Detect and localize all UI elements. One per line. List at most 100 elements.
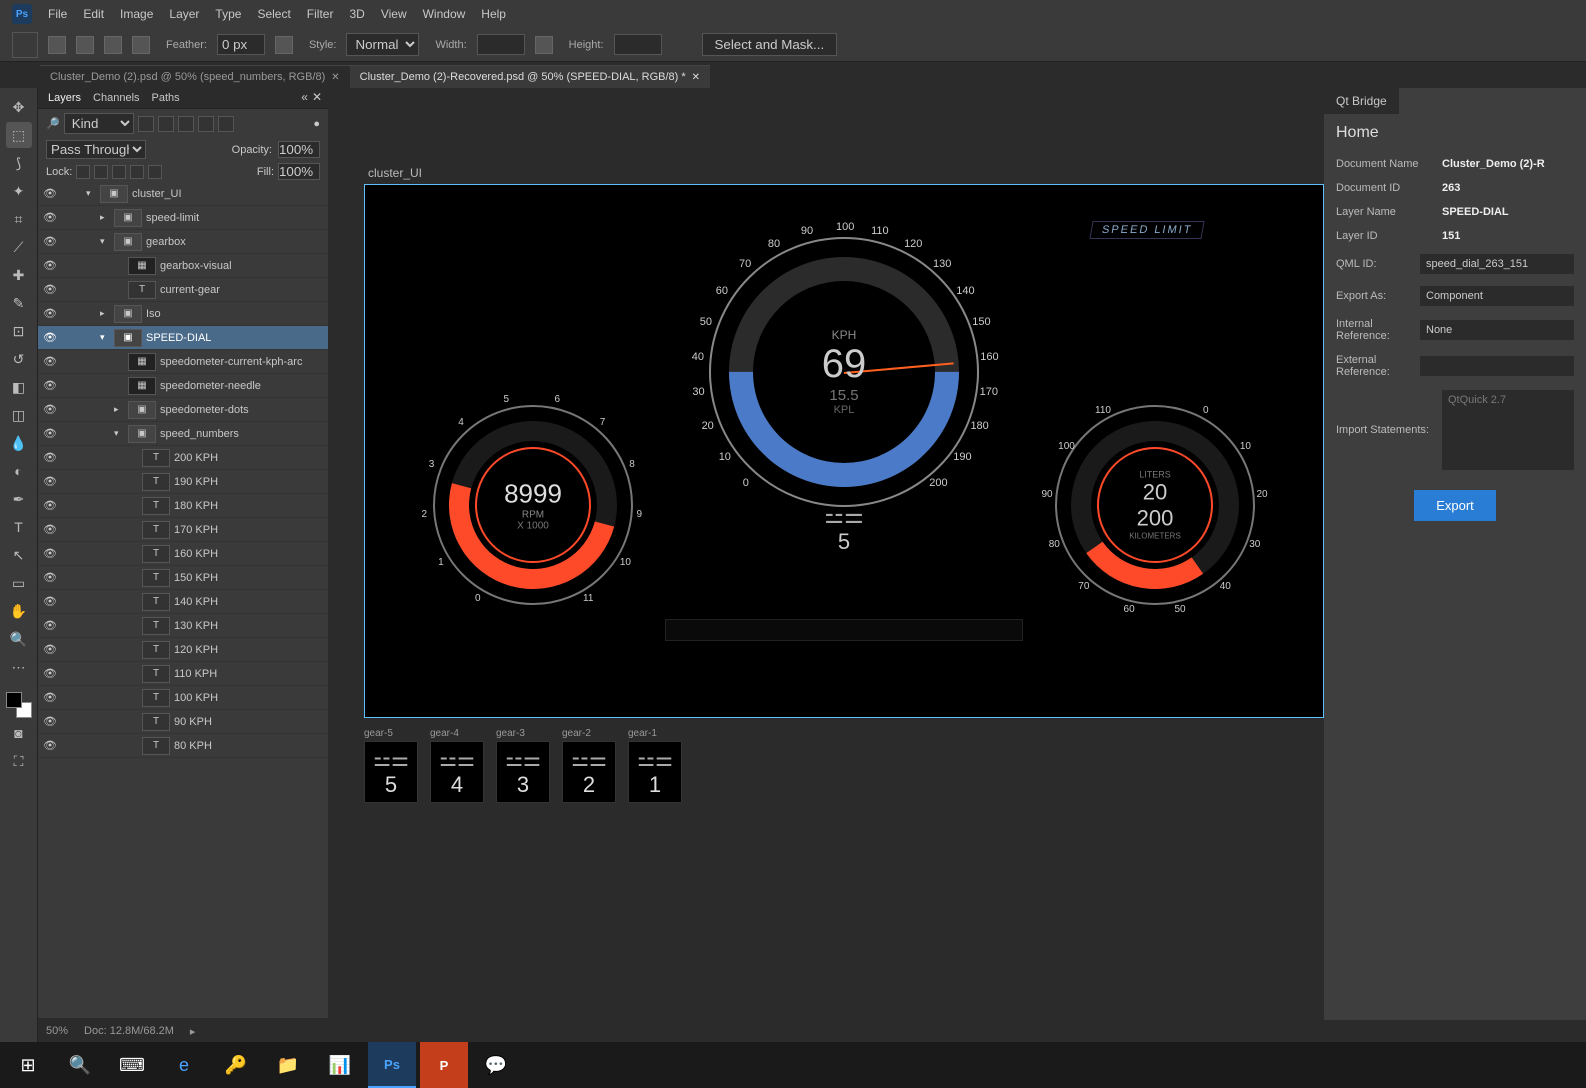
app-icon-4[interactable]: 🔑 bbox=[212, 1042, 260, 1088]
pen-tool-icon[interactable]: ✒ bbox=[6, 486, 32, 512]
intersect-selection-icon[interactable] bbox=[132, 36, 150, 54]
layer-row[interactable]: 👁▸▣speedometer-dots bbox=[38, 398, 328, 422]
status-chevron-icon[interactable]: ▸ bbox=[190, 1025, 196, 1038]
visibility-icon[interactable]: 👁 bbox=[42, 619, 58, 632]
canvas-area[interactable]: cluster_UI SPEED LIMIT KPH 69 15.5 KPL 0… bbox=[328, 88, 1324, 1042]
tab-paths[interactable]: Paths bbox=[152, 92, 180, 104]
search-icon[interactable]: 🔍 bbox=[56, 1042, 104, 1088]
hand-tool-icon[interactable]: ✋ bbox=[6, 598, 32, 624]
dodge-tool-icon[interactable]: ◐ bbox=[6, 458, 32, 484]
type-tool-icon[interactable]: T bbox=[6, 514, 32, 540]
visibility-icon[interactable]: 👁 bbox=[42, 595, 58, 608]
rectangle-tool-icon[interactable]: ▭ bbox=[6, 570, 32, 596]
healing-tool-icon[interactable]: ✚ bbox=[6, 262, 32, 288]
visibility-icon[interactable]: 👁 bbox=[42, 379, 58, 392]
blur-tool-icon[interactable]: 💧 bbox=[6, 430, 32, 456]
layer-row[interactable]: 👁T170 KPH bbox=[38, 518, 328, 542]
lock-pixels-icon[interactable] bbox=[94, 165, 108, 179]
asset-thumbnail[interactable]: gear-4⚍⚌4 bbox=[430, 728, 488, 803]
antialias-icon[interactable] bbox=[275, 36, 293, 54]
layer-row[interactable]: 👁▸▣Iso bbox=[38, 302, 328, 326]
visibility-icon[interactable]: 👁 bbox=[42, 739, 58, 752]
filter-shape-icon[interactable] bbox=[198, 116, 214, 132]
collapse-panel-icon[interactable]: « bbox=[301, 90, 308, 104]
tab-doc-1[interactable]: Cluster_Demo (2).psd @ 50% (speed_number… bbox=[40, 65, 350, 88]
screenmode-icon[interactable]: ⛶ bbox=[6, 748, 32, 774]
marquee-tool-icon[interactable]: ⬚ bbox=[6, 122, 32, 148]
layer-row[interactable]: 👁T200 KPH bbox=[38, 446, 328, 470]
layer-row[interactable]: 👁▾▣cluster_UI bbox=[38, 182, 328, 206]
swap-dimensions-icon[interactable] bbox=[535, 36, 553, 54]
visibility-icon[interactable]: 👁 bbox=[42, 475, 58, 488]
lasso-tool-icon[interactable]: ⟆ bbox=[6, 150, 32, 176]
stamp-tool-icon[interactable]: ⊡ bbox=[6, 318, 32, 344]
property-input[interactable] bbox=[1420, 254, 1574, 274]
layer-row[interactable]: 👁T150 KPH bbox=[38, 566, 328, 590]
visibility-icon[interactable]: 👁 bbox=[42, 451, 58, 464]
visibility-icon[interactable]: 👁 bbox=[42, 571, 58, 584]
filter-kind-select[interactable]: Kind bbox=[64, 113, 134, 134]
menu-help[interactable]: Help bbox=[481, 7, 506, 21]
property-textarea[interactable]: QtQuick 2.7 bbox=[1442, 390, 1574, 470]
eyedropper-tool-icon[interactable]: ⟋ bbox=[6, 234, 32, 260]
visibility-icon[interactable]: 👁 bbox=[42, 331, 58, 344]
filter-pixel-icon[interactable] bbox=[138, 116, 154, 132]
start-button[interactable]: ⊞ bbox=[4, 1042, 52, 1088]
visibility-icon[interactable]: 👁 bbox=[42, 259, 58, 272]
visibility-icon[interactable]: 👁 bbox=[42, 283, 58, 296]
fill-input[interactable] bbox=[278, 163, 320, 180]
visibility-icon[interactable]: 👁 bbox=[42, 211, 58, 224]
layer-row[interactable]: 👁T100 KPH bbox=[38, 686, 328, 710]
asset-thumbnail[interactable]: gear-3⚍⚌3 bbox=[496, 728, 554, 803]
tool-preview-icon[interactable] bbox=[12, 32, 38, 58]
visibility-icon[interactable]: 👁 bbox=[42, 691, 58, 704]
new-selection-icon[interactable] bbox=[48, 36, 66, 54]
history-brush-tool-icon[interactable]: ↺ bbox=[6, 346, 32, 372]
layer-row[interactable]: 👁▾▣SPEED-DIAL bbox=[38, 326, 328, 350]
visibility-icon[interactable]: 👁 bbox=[42, 667, 58, 680]
app-icon-6[interactable]: 📊 bbox=[316, 1042, 364, 1088]
menu-view[interactable]: View bbox=[381, 7, 407, 21]
quickmask-icon[interactable]: ◙ bbox=[6, 720, 32, 746]
layer-row[interactable]: 👁▸▣speed-limit bbox=[38, 206, 328, 230]
tab-layers[interactable]: Layers bbox=[48, 92, 81, 104]
gradient-tool-icon[interactable]: ◫ bbox=[6, 402, 32, 428]
subtract-selection-icon[interactable] bbox=[104, 36, 122, 54]
tab-channels[interactable]: Channels bbox=[93, 92, 139, 104]
edit-toolbar-icon[interactable]: ⋯ bbox=[6, 654, 32, 680]
menu-select[interactable]: Select bbox=[257, 7, 290, 21]
layer-row[interactable]: 👁T80 KPH bbox=[38, 734, 328, 758]
menu-image[interactable]: Image bbox=[120, 7, 153, 21]
menu-layer[interactable]: Layer bbox=[169, 7, 199, 21]
layer-row[interactable]: 👁T190 KPH bbox=[38, 470, 328, 494]
asset-thumbnail[interactable]: gear-5⚍⚌5 bbox=[364, 728, 422, 803]
artboard-label[interactable]: cluster_UI bbox=[368, 166, 422, 180]
layer-row[interactable]: 👁T120 KPH bbox=[38, 638, 328, 662]
lock-position-icon[interactable] bbox=[112, 165, 126, 179]
close-icon[interactable]: ✕ bbox=[692, 72, 700, 83]
artboard[interactable]: SPEED LIMIT KPH 69 15.5 KPL 010203040506… bbox=[364, 184, 1324, 718]
menu-type[interactable]: Type bbox=[215, 7, 241, 21]
layer-row[interactable]: 👁T160 KPH bbox=[38, 542, 328, 566]
style-select[interactable]: Normal bbox=[346, 33, 419, 56]
visibility-icon[interactable]: 👁 bbox=[42, 547, 58, 560]
filter-adjust-icon[interactable] bbox=[158, 116, 174, 132]
property-input[interactable] bbox=[1420, 356, 1574, 376]
blend-mode-select[interactable]: Pass Through bbox=[46, 140, 146, 159]
menu-edit[interactable]: Edit bbox=[83, 7, 104, 21]
property-input[interactable] bbox=[1420, 320, 1574, 340]
visibility-icon[interactable]: 👁 bbox=[42, 427, 58, 440]
foreground-color-icon[interactable] bbox=[6, 692, 22, 708]
crop-tool-icon[interactable]: ⌗ bbox=[6, 206, 32, 232]
layer-row[interactable]: 👁T180 KPH bbox=[38, 494, 328, 518]
powerpoint-icon[interactable]: P bbox=[420, 1042, 468, 1088]
layer-row[interactable]: 👁▦speedometer-current-kph-arc bbox=[38, 350, 328, 374]
eraser-tool-icon[interactable]: ◧ bbox=[6, 374, 32, 400]
zoom-tool-icon[interactable]: 🔍 bbox=[6, 626, 32, 652]
layer-row[interactable]: 👁▦gearbox-visual bbox=[38, 254, 328, 278]
close-icon[interactable]: ✕ bbox=[331, 72, 339, 83]
chat-icon[interactable]: 💬 bbox=[472, 1042, 520, 1088]
file-explorer-icon[interactable]: 📁 bbox=[264, 1042, 312, 1088]
select-and-mask-button[interactable]: Select and Mask... bbox=[702, 33, 838, 56]
feather-input[interactable] bbox=[217, 34, 265, 55]
